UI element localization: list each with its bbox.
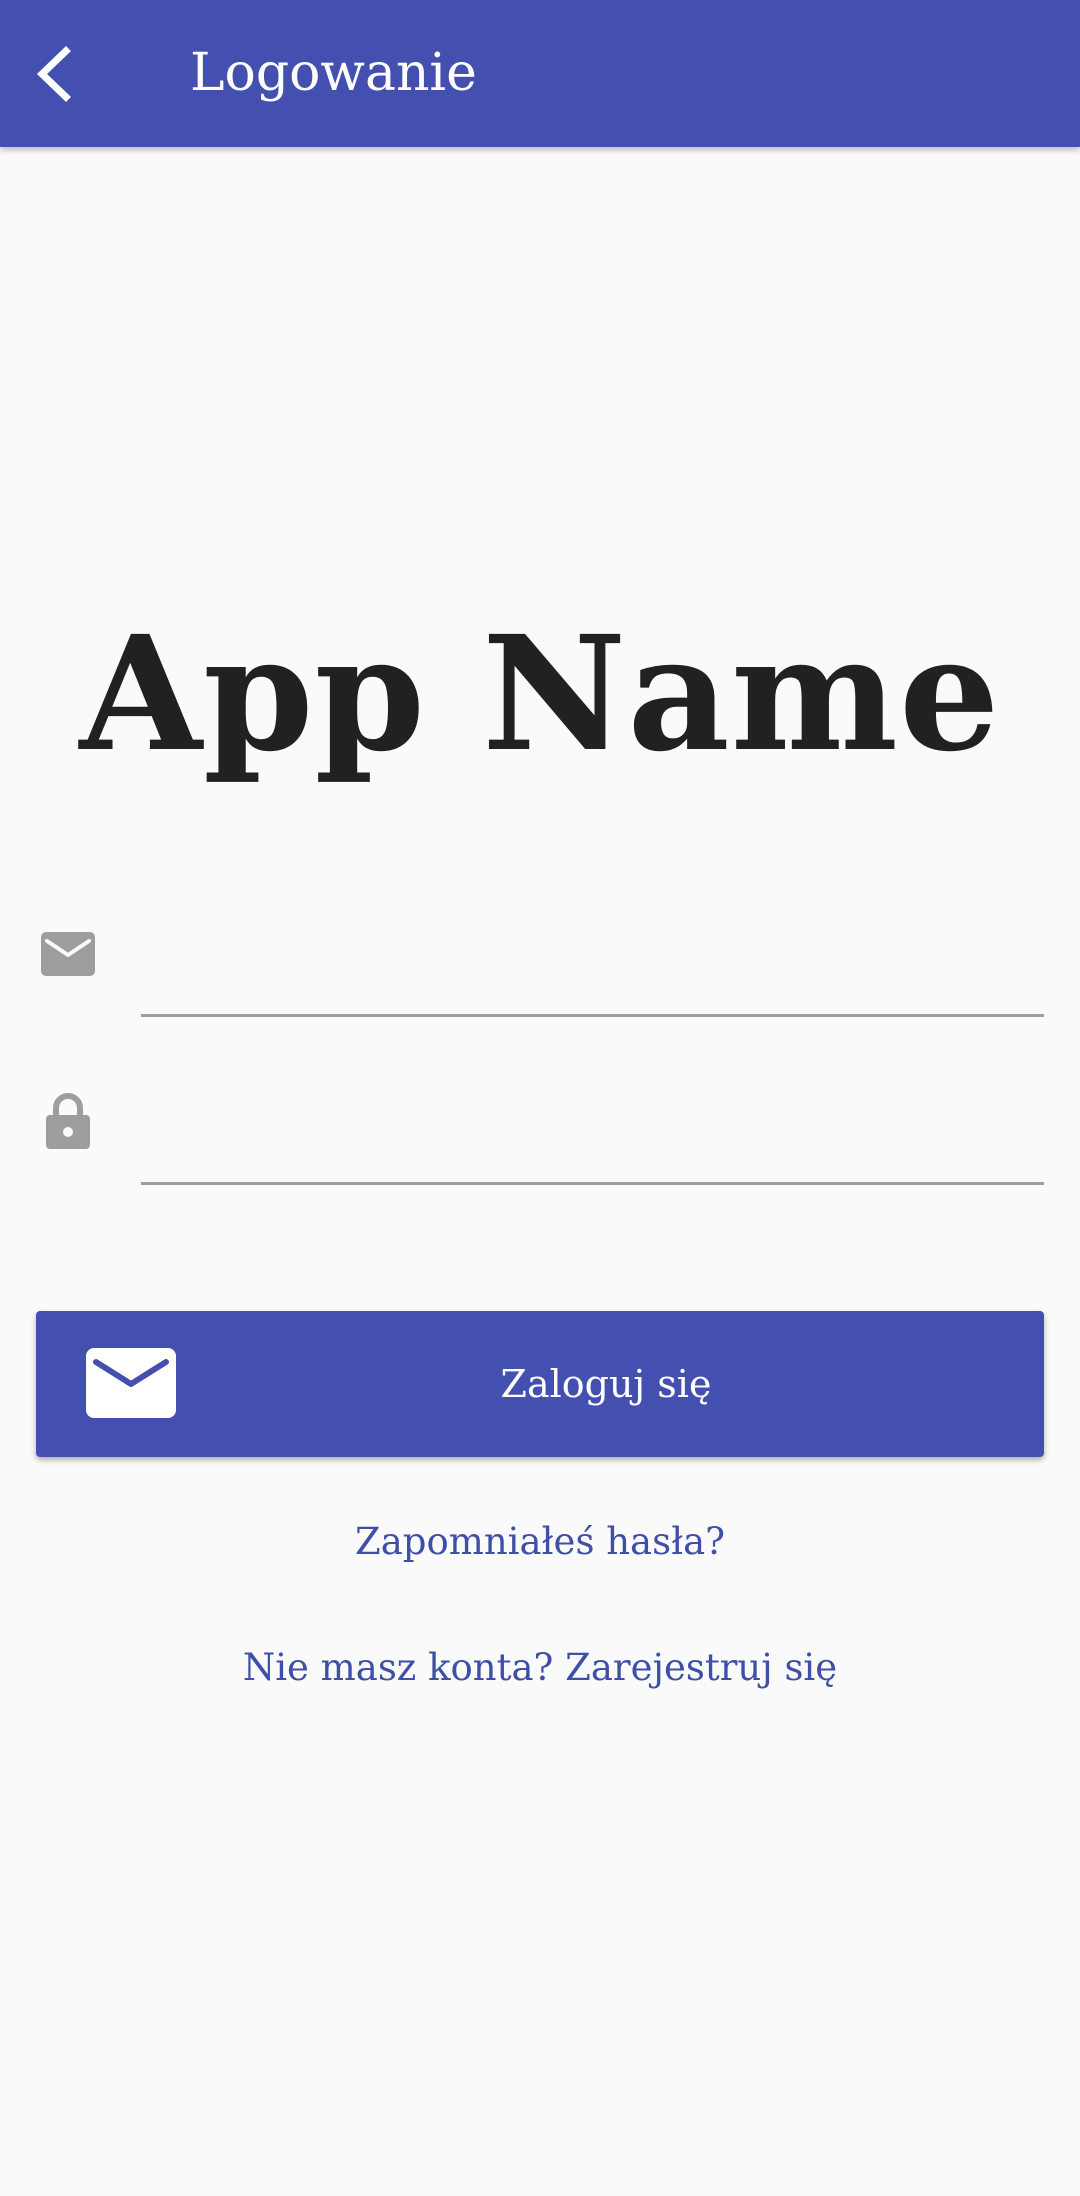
arrow-back-icon xyxy=(36,46,71,102)
envelope-icon xyxy=(38,924,98,984)
login-button[interactable]: Zaloguj się xyxy=(36,1311,1044,1457)
email-field[interactable] xyxy=(141,937,1044,1017)
app-bar: Logowanie xyxy=(0,0,1080,147)
back-button[interactable] xyxy=(24,34,90,114)
register-link[interactable]: Nie masz konta? Zarejestruj się xyxy=(0,1640,1080,1696)
page-title: Logowanie xyxy=(190,43,477,103)
app-name-heading: App Name xyxy=(79,602,1001,787)
envelope-icon xyxy=(86,1346,176,1420)
lock-icon xyxy=(38,1090,98,1150)
login-button-label: Zaloguj się xyxy=(500,1362,712,1406)
forgot-password-link[interactable]: Zapomniałeś hasła? xyxy=(0,1514,1080,1570)
password-field[interactable] xyxy=(141,1105,1044,1185)
